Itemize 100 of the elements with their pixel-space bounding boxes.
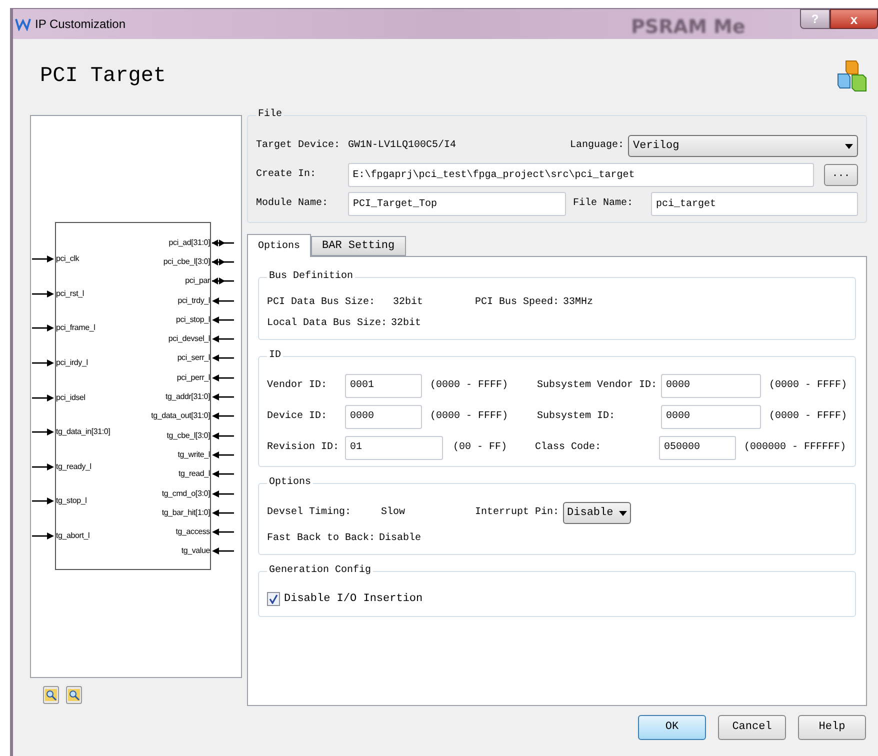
field-label: Device ID: xyxy=(267,410,328,424)
arrow-icon xyxy=(212,316,234,324)
interrupt-pin-dropdown[interactable]: Disable xyxy=(563,502,632,524)
pin-label: pci_par xyxy=(185,276,210,286)
cubes-icon xyxy=(836,60,868,94)
language-dropdown[interactable]: Verilog xyxy=(628,135,858,157)
pin-label: pci_perr_l xyxy=(176,372,210,383)
arrow-icon xyxy=(212,335,234,344)
arrow-icon xyxy=(212,354,234,362)
pin-label: tg_access xyxy=(176,527,210,538)
checkbox[interactable] xyxy=(267,592,280,606)
range-label: (00 - FF) xyxy=(453,440,508,454)
field-value: 33MHz xyxy=(563,296,594,310)
field-label: Language: xyxy=(570,139,624,153)
arrow-icon xyxy=(212,508,234,517)
arrow-icon xyxy=(212,470,234,478)
pin-label: tg_stop_l xyxy=(56,496,87,506)
caret-icon xyxy=(845,144,853,148)
arrow-icon xyxy=(212,296,234,305)
arrow-icon xyxy=(212,528,234,536)
arrow-icon xyxy=(212,432,234,440)
create-in-field[interactable]: E:\fpgaprj\pci_test\fpga_project\src\pci_target xyxy=(348,163,814,187)
background-window-title: PSRAM Me xyxy=(631,15,746,40)
pin-label: tg_bar_hit[1:0] xyxy=(162,508,210,518)
field-label: Subsystem ID: xyxy=(537,410,616,424)
arrow-icon xyxy=(212,450,234,459)
pin-label: pci_devsel_l xyxy=(168,334,210,344)
field-value: Disable xyxy=(379,532,422,546)
arrow-icon xyxy=(32,394,54,402)
close-button[interactable]: x xyxy=(830,9,878,29)
id-field[interactable]: 0000 xyxy=(661,404,761,428)
pin-label: tg_data_out[31:0] xyxy=(151,411,210,422)
arrow-icon xyxy=(212,412,234,420)
range-label: (000000 - FFFFFF) xyxy=(744,440,846,454)
field-label: Class Code: xyxy=(535,440,602,454)
range-label: (0000 - FFFF) xyxy=(769,410,848,424)
field-label: Vendor ID: xyxy=(267,378,328,392)
field-label: PCI Bus Speed: xyxy=(475,296,560,310)
zoom-in-button[interactable] xyxy=(43,686,59,704)
arrow-icon xyxy=(32,462,54,471)
arrow-icon xyxy=(32,497,54,506)
field-label: Target Device: xyxy=(256,139,342,153)
field-label: Module Name: xyxy=(256,197,330,211)
checkbox-label: Disable I/O Insertion xyxy=(284,592,423,606)
field-label: Devsel Timing: xyxy=(267,506,352,520)
id-field[interactable]: 0000 xyxy=(345,404,422,428)
pin-label: pci_serr_l xyxy=(177,353,210,364)
field-label: Fast Back to Back: xyxy=(267,532,376,546)
pin-label: pci_clk xyxy=(56,254,80,264)
arrow-icon xyxy=(32,290,54,298)
arrow-icon xyxy=(32,359,54,368)
pin-label: tg_read_l xyxy=(178,469,210,480)
double-arrow-icon xyxy=(212,238,234,247)
arrow-icon xyxy=(32,532,54,540)
magnifier-icon xyxy=(68,689,80,701)
pin-label: pci_idsel xyxy=(56,392,86,403)
pin-label: tg_write_l xyxy=(178,450,210,460)
arrow-icon xyxy=(212,374,234,382)
dialog-button[interactable]: OK xyxy=(638,715,706,740)
id-field[interactable]: 01 xyxy=(345,436,443,460)
arrow-icon xyxy=(32,255,54,264)
pin-label: pci_trdy_l xyxy=(178,296,210,306)
id-field[interactable]: 050000 xyxy=(659,436,736,460)
double-arrow-icon xyxy=(212,277,234,286)
page-heading: PCI Target xyxy=(40,64,166,90)
tab[interactable]: Options xyxy=(247,234,312,257)
arrow-icon xyxy=(32,324,54,332)
pin-label: tg_addr[31:0] xyxy=(165,392,210,402)
field-label: PCI Data Bus Size: xyxy=(267,296,376,310)
field-value: Slow xyxy=(381,506,406,520)
pin-label: tg_cmd_o[3:0] xyxy=(162,488,210,498)
field-label: GW1N-LV1LQ100C5/I4 xyxy=(348,139,456,153)
field-label: Create In: xyxy=(256,168,318,182)
pin-label: tg_data_in[31:0] xyxy=(56,427,110,438)
zoom-out-button[interactable] xyxy=(66,686,82,704)
dialog-button[interactable]: Cancel xyxy=(718,715,786,740)
range-label: (0000 - FFFF) xyxy=(769,378,848,392)
id-field[interactable]: 0000 xyxy=(661,374,761,398)
field-label: Local Data Bus Size: xyxy=(267,317,388,331)
browse-button[interactable]: ... xyxy=(824,164,858,186)
pin-label: pci_ad[31:0] xyxy=(168,238,210,248)
module-name-field[interactable]: PCI_Target_Top xyxy=(348,192,566,216)
arrow-icon xyxy=(212,547,234,556)
field-label: Revision ID: xyxy=(267,440,340,454)
field-label: Subsystem Vendor ID: xyxy=(537,378,658,392)
arrow-icon xyxy=(32,428,54,436)
pin-label: pci_irdy_l xyxy=(56,358,88,368)
pin-label: tg_ready_l xyxy=(56,462,92,472)
pin-label: tg_value xyxy=(181,546,210,556)
range-label: (0000 - FFFF) xyxy=(430,410,510,424)
dialog-button[interactable]: Help xyxy=(798,715,866,740)
file-name-field[interactable]: pci_target xyxy=(651,192,858,216)
pin-label: pci_frame_l xyxy=(56,323,96,334)
tab[interactable]: BAR Setting xyxy=(311,236,406,256)
pin-label: pci_stop_l xyxy=(176,314,210,325)
arrow-icon xyxy=(212,490,234,498)
id-field[interactable]: 0001 xyxy=(345,374,422,398)
arrow-icon xyxy=(212,393,234,402)
double-arrow-icon xyxy=(212,258,234,266)
caret-icon xyxy=(619,510,628,516)
